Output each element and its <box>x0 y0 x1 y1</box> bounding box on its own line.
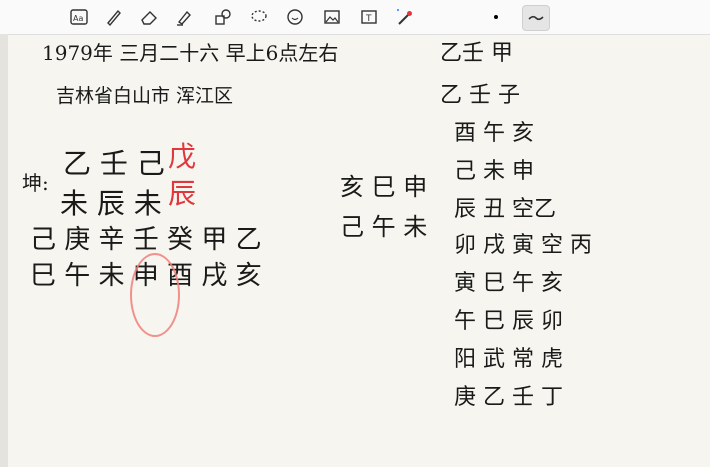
right-row-8: 庚 乙 壬 丁 <box>454 385 563 410</box>
right-row-3: 辰 丑 空乙 <box>454 197 556 222</box>
highlight-circle <box>130 253 180 337</box>
right-row-2: 己 未 申 <box>454 159 534 184</box>
lasso-text-icon[interactable]: Aa <box>67 5 91 29</box>
toolbar: Aa T <box>0 0 710 35</box>
right-row-1: 酉 午 亥 <box>454 121 534 146</box>
pen-icon[interactable] <box>102 5 126 29</box>
stem-sequence: 己 庚 辛 壬 癸 甲 乙 <box>30 225 262 255</box>
svg-text:T: T <box>365 14 372 24</box>
pillar-stems: 乙 壬 己 <box>63 147 165 180</box>
red-branch: 辰 <box>168 177 197 210</box>
laser-pointer-icon[interactable] <box>393 5 417 29</box>
note-canvas[interactable]: 1979年 三月二十六 早上6点左右 吉林省白山市 浑江区 坤: 乙 壬 己 戊… <box>8 35 710 467</box>
handwritten-location: 吉林省白山市 浑江区 <box>56 85 234 107</box>
right-pillar-stems: 亥 巳 申 <box>340 173 428 201</box>
right-row-7: 阳 武 常 虎 <box>454 347 563 372</box>
pen-size-dot[interactable] <box>494 15 498 19</box>
red-stem: 戊 <box>168 140 197 173</box>
sticker-icon[interactable] <box>283 5 307 29</box>
shapes-icon[interactable] <box>211 5 235 29</box>
right-branches-top: 乙 壬 子 <box>440 83 520 108</box>
kun-label: 坤: <box>22 171 49 195</box>
right-row-4: 卯 戌 寅 空 丙 <box>454 233 592 258</box>
right-stems-top: 乙壬 甲 <box>440 41 513 66</box>
page-margin-strip <box>0 34 8 467</box>
handwritten-date: 1979年 三月二十六 早上6点左右 <box>42 41 339 65</box>
stroke-style-icon[interactable] <box>522 5 550 31</box>
eraser-icon[interactable] <box>137 5 161 29</box>
right-row-6: 午 巳 辰 卯 <box>454 309 563 334</box>
text-box-icon[interactable]: T <box>357 5 381 29</box>
lasso-icon[interactable] <box>247 5 271 29</box>
pillar-branches: 未 辰 未 <box>60 187 162 220</box>
right-pillar-branches: 己 午 未 <box>340 213 428 241</box>
highlighter-icon[interactable] <box>172 5 196 29</box>
right-row-5: 寅 巳 午 亥 <box>454 271 563 296</box>
image-icon[interactable] <box>320 5 344 29</box>
svg-text:Aa: Aa <box>73 14 83 23</box>
